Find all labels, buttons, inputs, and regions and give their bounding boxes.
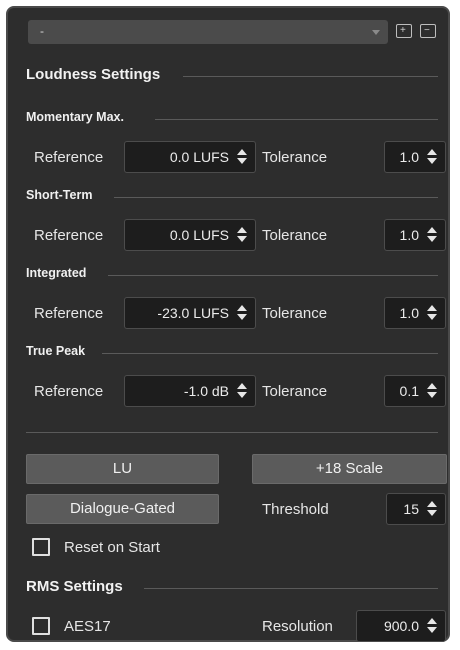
- short-term-title: Short-Term: [26, 188, 93, 202]
- short-term-reference-spinbox[interactable]: 0.0 LUFS: [124, 219, 256, 251]
- spin-arrows-icon[interactable]: [427, 618, 437, 634]
- rms-settings-title: RMS Settings: [26, 578, 123, 595]
- integrated-reference-spinbox[interactable]: -23.0 LUFS: [124, 297, 256, 329]
- short-term-reference-label: Reference: [34, 227, 104, 244]
- divider: [183, 76, 438, 77]
- threshold-value: 15: [403, 501, 419, 517]
- true-peak-tolerance-spinbox[interactable]: 0.1: [384, 375, 446, 407]
- threshold-label: Threshold: [262, 501, 329, 518]
- divider: [155, 119, 438, 120]
- momentary-tolerance-spinbox[interactable]: 1.0: [384, 141, 446, 173]
- true-peak-tolerance-value: 0.1: [399, 383, 419, 399]
- threshold-spinbox[interactable]: 15: [386, 493, 446, 525]
- short-term-tolerance-label: Tolerance: [262, 227, 328, 244]
- integrated-tolerance-label: Tolerance: [262, 305, 328, 322]
- loudness-settings-title: Loudness Settings: [26, 66, 161, 83]
- aes17-checkbox[interactable]: [32, 617, 50, 635]
- lu-button[interactable]: LU: [26, 454, 219, 484]
- spin-arrows-icon[interactable]: [237, 383, 247, 399]
- spin-arrows-icon[interactable]: [427, 383, 437, 399]
- remove-preset-icon: −: [424, 25, 430, 36]
- true-peak-reference-spinbox[interactable]: -1.0 dB: [124, 375, 256, 407]
- resolution-label: Resolution: [262, 618, 333, 635]
- spin-arrows-icon[interactable]: [427, 305, 437, 321]
- remove-preset-button[interactable]: −: [420, 24, 436, 38]
- spin-arrows-icon[interactable]: [237, 305, 247, 321]
- short-term-reference-value: 0.0 LUFS: [169, 227, 229, 243]
- spin-arrows-icon[interactable]: [427, 227, 437, 243]
- divider: [144, 588, 438, 589]
- momentary-max-title: Momentary Max.: [26, 110, 124, 124]
- momentary-tolerance-value: 1.0: [399, 149, 419, 165]
- momentary-tolerance-label: Tolerance: [262, 149, 328, 166]
- preset-value: -: [40, 24, 44, 38]
- loudness-panel: - + − Loudness Settings Momentary Max. R…: [6, 6, 450, 642]
- divider: [26, 432, 438, 433]
- spin-arrows-icon[interactable]: [237, 227, 247, 243]
- divider: [108, 275, 438, 276]
- momentary-reference-label: Reference: [34, 149, 104, 166]
- resolution-spinbox[interactable]: 900.0: [356, 610, 446, 642]
- true-peak-reference-value: -1.0 dB: [183, 383, 229, 399]
- resolution-value: 900.0: [383, 618, 419, 634]
- integrated-reference-label: Reference: [34, 305, 104, 322]
- spin-arrows-icon[interactable]: [237, 149, 247, 165]
- integrated-reference-value: -23.0 LUFS: [157, 305, 229, 321]
- spin-arrows-icon[interactable]: [427, 501, 437, 517]
- short-term-tolerance-spinbox[interactable]: 1.0: [384, 219, 446, 251]
- aes17-label: AES17: [64, 618, 111, 635]
- add-preset-icon: +: [400, 25, 406, 36]
- add-preset-button[interactable]: +: [396, 24, 412, 38]
- true-peak-reference-label: Reference: [34, 383, 104, 400]
- reset-on-start-label: Reset on Start: [64, 539, 160, 556]
- divider: [102, 353, 438, 354]
- dialogue-gated-button[interactable]: Dialogue-Gated: [26, 494, 219, 524]
- integrated-title: Integrated: [26, 266, 87, 280]
- spin-arrows-icon[interactable]: [427, 149, 437, 165]
- short-term-tolerance-value: 1.0: [399, 227, 419, 243]
- scale-18-button[interactable]: +18 Scale: [252, 454, 447, 484]
- momentary-reference-value: 0.0 LUFS: [169, 149, 229, 165]
- momentary-reference-spinbox[interactable]: 0.0 LUFS: [124, 141, 256, 173]
- integrated-tolerance-value: 1.0: [399, 305, 419, 321]
- divider: [114, 197, 438, 198]
- integrated-tolerance-spinbox[interactable]: 1.0: [384, 297, 446, 329]
- preset-dropdown[interactable]: -: [28, 20, 388, 44]
- true-peak-tolerance-label: Tolerance: [262, 383, 328, 400]
- chevron-down-icon: [372, 30, 380, 35]
- true-peak-title: True Peak: [26, 344, 86, 358]
- reset-on-start-checkbox[interactable]: [32, 538, 50, 556]
